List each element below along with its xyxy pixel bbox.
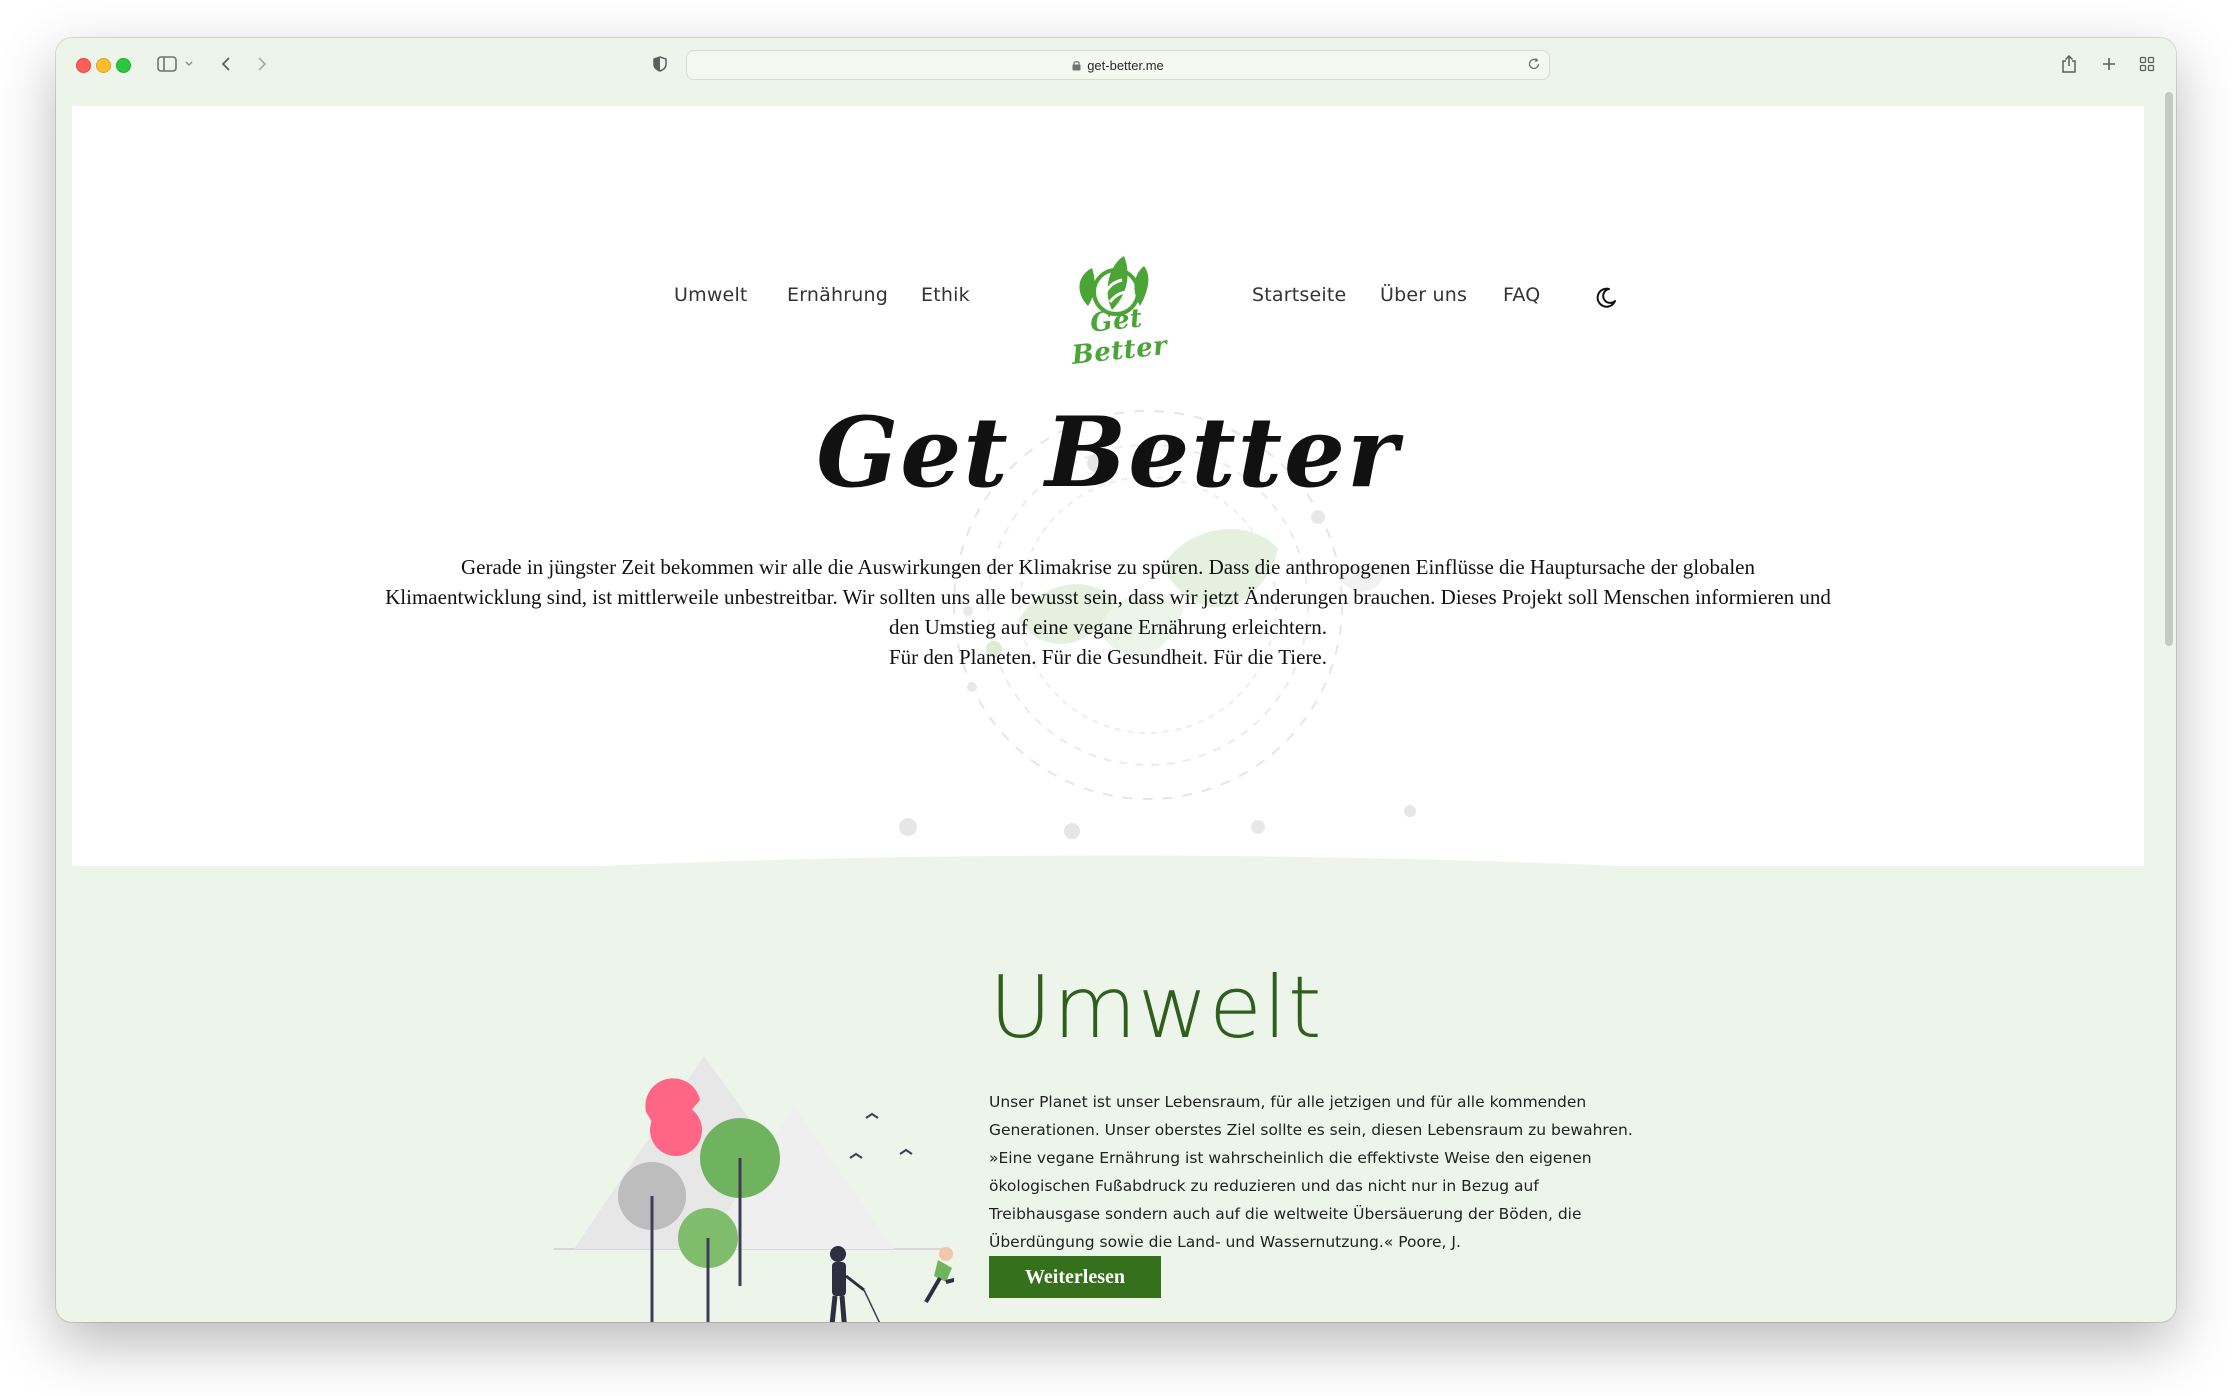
weiterlesen-button[interactable]: Weiterlesen bbox=[989, 1256, 1161, 1298]
browser-toolbar: get-better.me bbox=[56, 38, 2176, 106]
hero-title: Get Better bbox=[816, 396, 1400, 509]
reload-icon[interactable] bbox=[1527, 57, 1541, 71]
nav-link-ernaehrung[interactable]: Ernährung bbox=[787, 284, 888, 306]
tab-overview-icon[interactable] bbox=[2136, 46, 2158, 82]
new-tab-icon[interactable] bbox=[2098, 46, 2120, 82]
zoom-window-button[interactable] bbox=[116, 58, 131, 73]
nav-link-ueber-uns[interactable]: Über uns bbox=[1380, 284, 1467, 306]
address-bar[interactable]: get-better.me bbox=[686, 50, 1550, 80]
umwelt-illustration bbox=[554, 1056, 954, 1322]
section-title-umwelt: Umwelt bbox=[989, 958, 1323, 1058]
nav-link-faq[interactable]: FAQ bbox=[1503, 284, 1540, 306]
section-text-umwelt: Unser Planet ist unser Lebensraum, für a… bbox=[989, 1093, 1633, 1251]
main-navigation: Umwelt Ernährung Ethik Get Better Starts… bbox=[72, 178, 2144, 371]
hero-paragraph: Gerade in jüngster Zeit bekommen wir all… bbox=[385, 555, 1831, 639]
minimize-window-button[interactable] bbox=[96, 58, 111, 73]
hero-tagline: Für den Planeten. Für die Gesundheit. Fü… bbox=[888, 645, 1328, 669]
privacy-shield-icon[interactable] bbox=[650, 46, 670, 82]
url-text: get-better.me bbox=[1087, 57, 1164, 73]
close-window-button[interactable] bbox=[76, 58, 91, 73]
hero-intro: Gerade in jüngster Zeit bekommen wir all… bbox=[382, 552, 1834, 672]
nav-link-startseite[interactable]: Startseite bbox=[1252, 284, 1346, 306]
sidebar-icon[interactable] bbox=[152, 46, 182, 82]
page-scrollbar[interactable] bbox=[2165, 92, 2173, 646]
nav-link-umwelt[interactable]: Umwelt bbox=[674, 284, 748, 306]
share-icon[interactable] bbox=[2058, 46, 2080, 82]
page-viewport: Umwelt Ernährung Ethik Get Better Starts… bbox=[72, 106, 2144, 1322]
chevron-down-icon[interactable] bbox=[182, 46, 196, 82]
back-icon[interactable] bbox=[216, 46, 236, 82]
lock-icon bbox=[1072, 60, 1081, 71]
moon-icon[interactable] bbox=[1594, 286, 1618, 310]
browser-window: get-better.me Umwelt Ernährung Ethik Get… bbox=[56, 38, 2176, 1322]
nav-link-ethik[interactable]: Ethik bbox=[921, 284, 970, 306]
forward-icon[interactable] bbox=[252, 46, 272, 82]
